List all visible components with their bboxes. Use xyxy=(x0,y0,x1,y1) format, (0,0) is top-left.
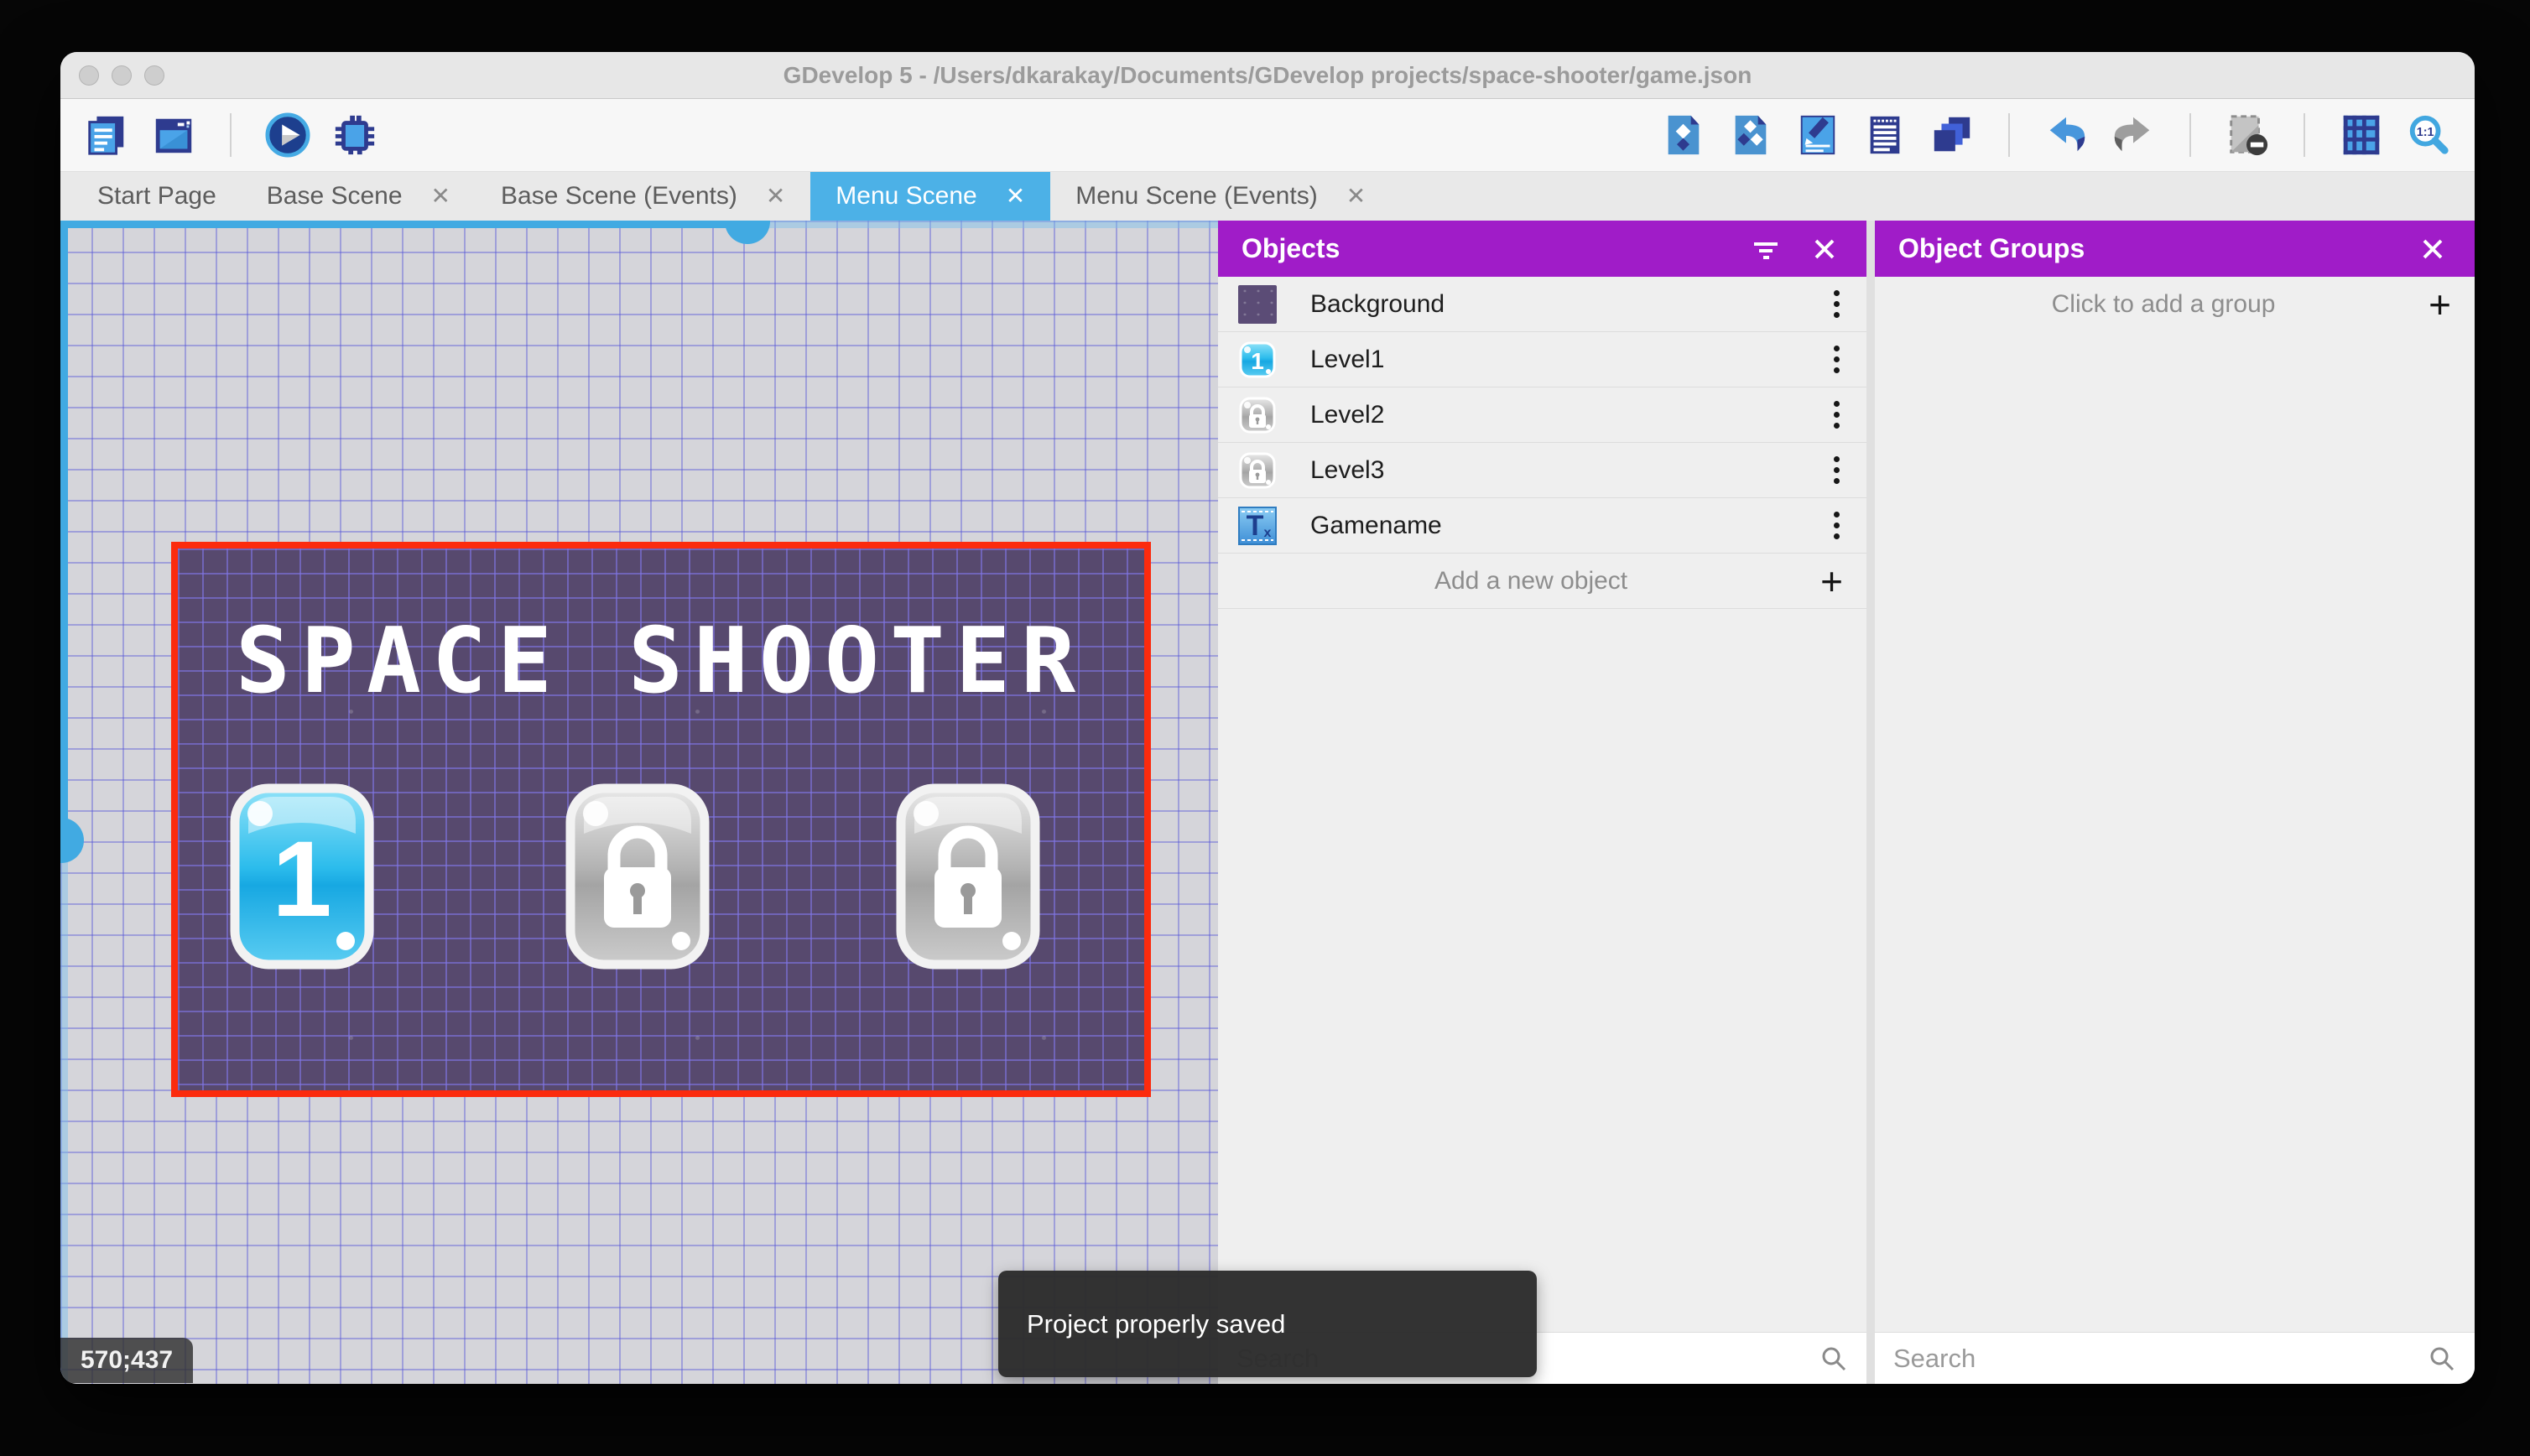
toolbar-divider xyxy=(2008,113,2010,157)
search-icon xyxy=(2430,1347,2455,1370)
object-groups-panel-header: Object Groups xyxy=(1875,221,2475,277)
canvas-vertical-scrollbar[interactable] xyxy=(60,221,84,1384)
main-toolbar: 1:1 xyxy=(60,99,2475,172)
tab-menu-scene[interactable]: Menu Scene ✕ xyxy=(810,172,1051,221)
objects-list: Background 1 Level1 Level2 Level3 T x Ga… xyxy=(1218,277,1866,1332)
level3-object-thumbnail xyxy=(1239,452,1276,488)
object-row-level2[interactable]: Level2 xyxy=(1218,387,1866,443)
plus-icon: + xyxy=(1820,559,1843,603)
save-toast: Project properly saved xyxy=(998,1271,1537,1377)
add-new-object-button[interactable]: Add a new object + xyxy=(1218,554,1866,609)
object-name: Level3 xyxy=(1310,455,1385,484)
close-tab-icon[interactable]: ✕ xyxy=(431,185,450,208)
level-2-locked-button-instance[interactable] xyxy=(562,780,713,973)
instances-list-icon[interactable] xyxy=(1861,111,1909,159)
level-1-button-instance[interactable]: 1 xyxy=(226,780,377,973)
object-groups-icon[interactable] xyxy=(1726,111,1775,159)
properties-icon[interactable] xyxy=(1793,111,1842,159)
objects-panel-header: Objects xyxy=(1218,221,1866,277)
grid-icon[interactable] xyxy=(2337,111,2386,159)
redo-icon[interactable] xyxy=(2109,111,2158,159)
object-groups-list: Click to add a group + xyxy=(1875,277,2475,1332)
close-tab-icon[interactable]: ✕ xyxy=(1006,185,1025,208)
object-row-level1[interactable]: 1 Level1 xyxy=(1218,332,1866,387)
titlebar: GDevelop 5 - /Users/dkarakay/Documents/G… xyxy=(60,52,2475,99)
svg-text:1:1: 1:1 xyxy=(2417,126,2434,139)
project-manager-icon[interactable] xyxy=(82,111,131,159)
level-3-locked-button-instance[interactable] xyxy=(893,780,1044,973)
panel-divider[interactable] xyxy=(1866,221,1875,1384)
window-mask-icon[interactable] xyxy=(2223,111,2272,159)
object-menu-kebab-icon[interactable] xyxy=(1830,453,1843,487)
object-name: Background xyxy=(1310,289,1445,318)
level2-object-thumbnail xyxy=(1239,397,1276,433)
add-object-label: Add a new object xyxy=(1434,566,1628,595)
scene-editor-canvas[interactable]: SPACE SHOOTER 1 570;437 xyxy=(60,221,1218,1384)
tab-label: Start Page xyxy=(97,182,216,210)
add-group-button[interactable]: Click to add a group + xyxy=(1875,277,2475,332)
undo-icon[interactable] xyxy=(2042,111,2090,159)
svg-text:T: T xyxy=(1247,510,1264,542)
toast-message: Project properly saved xyxy=(1027,1308,1286,1339)
object-menu-kebab-icon[interactable] xyxy=(1830,398,1843,432)
plus-icon: + xyxy=(2428,283,2451,326)
search-icon xyxy=(1822,1347,1846,1370)
object-groups-panel-title: Object Groups xyxy=(1898,233,2085,263)
groups-search-row xyxy=(1875,1332,2475,1384)
close-panel-icon[interactable] xyxy=(2414,231,2451,268)
level1-object-thumbnail: 1 xyxy=(1239,341,1276,377)
layers-icon[interactable] xyxy=(1928,111,1976,159)
debug-icon[interactable] xyxy=(331,111,379,159)
tab-start-page[interactable]: Start Page xyxy=(72,172,242,221)
close-panel-icon[interactable] xyxy=(1806,231,1843,268)
preview-play-icon[interactable] xyxy=(263,111,312,159)
game-scene-rect[interactable]: SPACE SHOOTER 1 xyxy=(171,542,1151,1097)
scene-window-icon[interactable] xyxy=(149,111,198,159)
object-row-gamename[interactable]: Tx Gamename xyxy=(1218,498,1866,554)
svg-text:1: 1 xyxy=(1251,348,1264,374)
svg-text:x: x xyxy=(1264,526,1272,540)
tab-base-scene-events[interactable]: Base Scene (Events) ✕ xyxy=(476,172,810,221)
horizontal-scroll-handle[interactable] xyxy=(725,221,770,244)
filter-icon[interactable] xyxy=(1747,231,1784,268)
tab-label: Menu Scene (Events) xyxy=(1075,182,1318,210)
cursor-coordinates-badge: 570;437 xyxy=(60,1338,194,1383)
objects-panel: Objects Background 1 Level1 Level2 Level… xyxy=(1218,221,1866,1384)
object-name: Level1 xyxy=(1310,345,1385,373)
gamename-text-object-thumbnail: Tx xyxy=(1238,506,1277,545)
objects-editor-icon[interactable] xyxy=(1659,111,1708,159)
object-row-background[interactable]: Background xyxy=(1218,277,1866,332)
level-buttons-row: 1 xyxy=(178,780,1144,973)
object-menu-kebab-icon[interactable] xyxy=(1830,508,1843,543)
editor-tabbar: Start Page Base Scene ✕ Base Scene (Event… xyxy=(60,172,2475,221)
window-title: GDevelop 5 - /Users/dkarakay/Documents/G… xyxy=(783,61,1752,88)
tab-menu-scene-events[interactable]: Menu Scene (Events) ✕ xyxy=(1050,172,1391,221)
tab-label: Base Scene (Events) xyxy=(501,182,737,210)
object-row-level3[interactable]: Level3 xyxy=(1218,443,1866,498)
background-object-thumbnail xyxy=(1238,284,1277,324)
objects-panel-title: Objects xyxy=(1242,233,1340,263)
object-name: Level2 xyxy=(1310,400,1385,429)
close-tab-icon[interactable]: ✕ xyxy=(1346,185,1366,208)
tab-label: Base Scene xyxy=(266,182,403,210)
zoom-original-icon[interactable]: 1:1 xyxy=(2404,111,2453,159)
tab-label: Menu Scene xyxy=(836,182,977,210)
scene-title-text-instance[interactable]: SPACE SHOOTER xyxy=(178,609,1144,714)
toolbar-divider xyxy=(2304,113,2305,157)
toolbar-divider xyxy=(230,113,232,157)
canvas-horizontal-scrollbar[interactable] xyxy=(60,221,1218,244)
groups-search-input[interactable] xyxy=(1893,1343,2428,1374)
tab-base-scene[interactable]: Base Scene ✕ xyxy=(242,172,476,221)
object-menu-kebab-icon[interactable] xyxy=(1830,342,1843,377)
add-group-label: Click to add a group xyxy=(2051,290,2276,318)
level-number: 1 xyxy=(272,819,331,939)
object-name: Gamename xyxy=(1310,511,1442,539)
toolbar-divider xyxy=(2189,113,2191,157)
gdevelop-window: GDevelop 5 - /Users/dkarakay/Documents/G… xyxy=(60,52,2475,1384)
object-menu-kebab-icon[interactable] xyxy=(1830,287,1843,321)
close-tab-icon[interactable]: ✕ xyxy=(766,185,785,208)
object-groups-panel: Object Groups Click to add a group + xyxy=(1875,221,2475,1384)
vertical-scroll-handle[interactable] xyxy=(60,818,84,863)
